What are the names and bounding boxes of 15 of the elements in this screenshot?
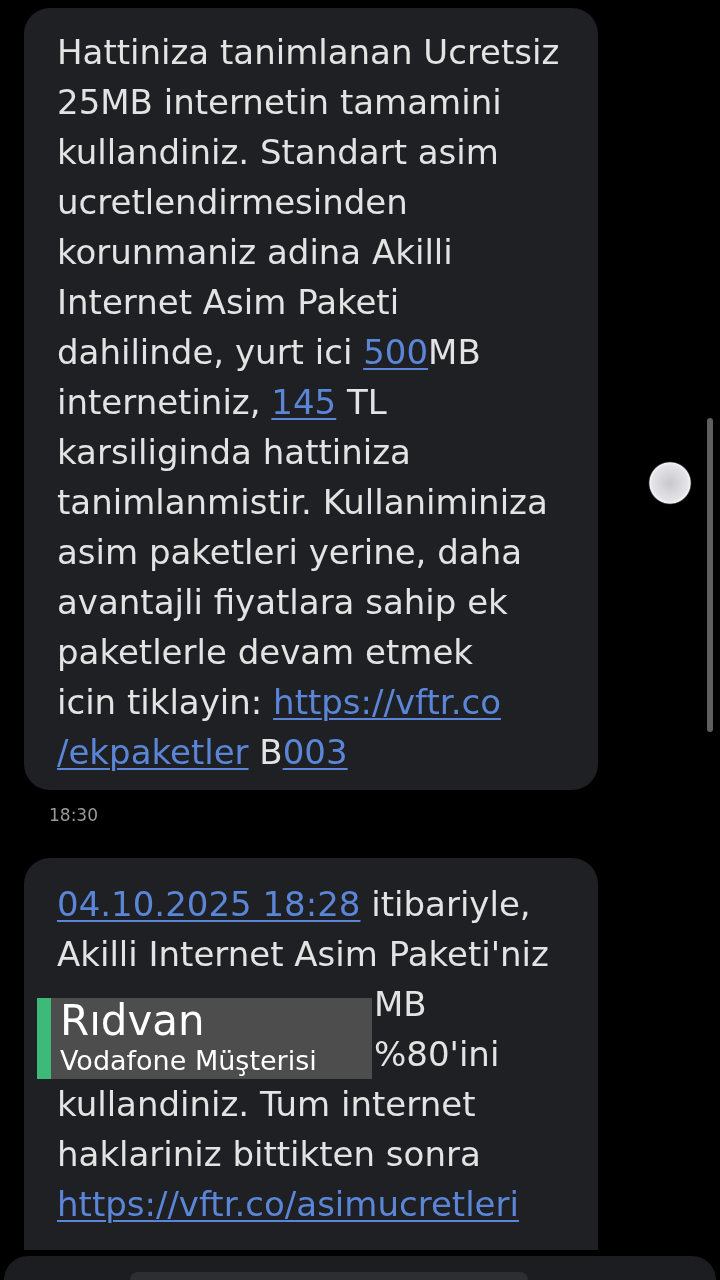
message-text: 04.10.2025 18:28 itibariyle, Akilli Internet Asim Paketi'niz — [57, 883, 549, 976]
message-text: MB %80'ini — [374, 983, 500, 1076]
caption-subtitle: Vodafone Müşterisi — [60, 1044, 317, 1077]
link[interactable]: 04.10.2025 18:28 — [57, 884, 361, 924]
message-text: kullandiniz. Tum internet haklariniz bittikten sonra https://vftr.co/asimucretleri — [57, 1083, 519, 1226]
message-text: Hattiniza tanimlanan Ucretsiz 25MB internetin tamamini kullandiniz. Standart asim ucretlendirmesinden korunmaniz adina Akilli Internet Asim Paketi dahilinde, yurt ici 500MB internetiniz, 145 TL karsiliginda hattiniza tanimlanmistir. Kullaniminiza asim paketleri yerine, daha avantajli fiyatlara sahip ek paketlerle devam etmek icin tiklayin: https://vftr.co /ekpaketler B003 — [57, 31, 560, 774]
link[interactable]: https://vftr.co/asimucretleri — [57, 1184, 519, 1224]
link[interactable]: /ekpaketler — [57, 732, 249, 772]
touch-dot-icon — [648, 461, 692, 505]
link[interactable]: 145 — [271, 382, 337, 422]
message-time: 18:30 — [49, 804, 98, 826]
link[interactable]: 500 — [363, 332, 429, 372]
link[interactable]: https://vftr.co — [273, 682, 501, 722]
caption-name: Rıdvan — [60, 998, 205, 1044]
link[interactable]: 003 — [282, 732, 348, 772]
